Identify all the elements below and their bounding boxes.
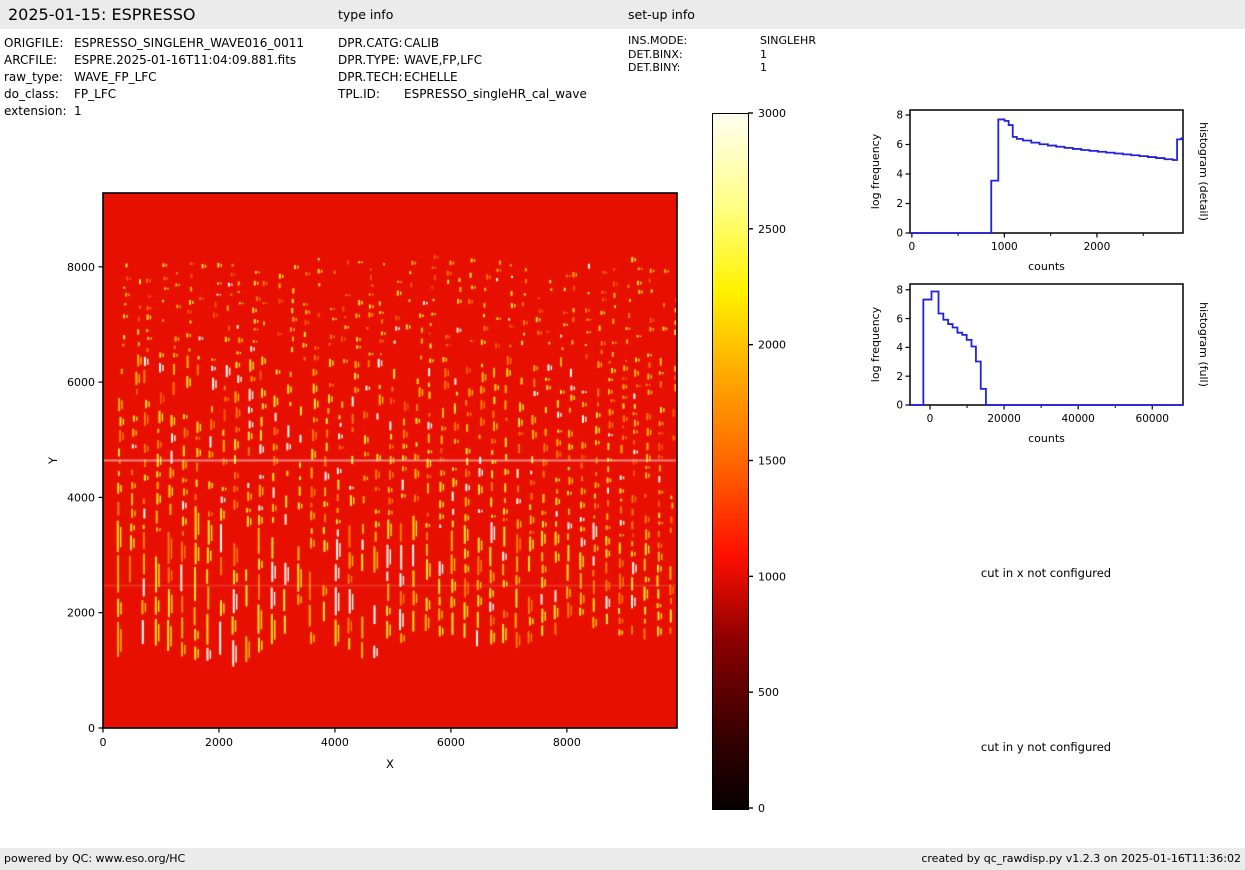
svg-text:2000: 2000 xyxy=(205,736,233,749)
info-row: DPR.TECH:ECHELLE xyxy=(338,70,628,87)
info-label: raw_type: xyxy=(4,70,63,84)
info-row: extension: 1 xyxy=(4,104,334,121)
qc-report-page: 2025-01-15: ESPRESSO type info set-up in… xyxy=(0,0,1245,870)
svg-text:6: 6 xyxy=(896,313,903,325)
svg-text:6: 6 xyxy=(896,139,903,151)
info-row: TPL.ID: ESPRESSO_singleHR_cal_wave xyxy=(338,87,628,104)
svg-text:1000: 1000 xyxy=(991,241,1018,253)
info-label: TPL.ID: xyxy=(338,87,380,101)
cut-in-y-message: cut in y not configured xyxy=(981,740,1111,754)
svg-text:Y: Y xyxy=(46,456,60,465)
info-row: ARCFILE: ESPRE.2025-01-16T11:04:09.881.fi… xyxy=(4,53,334,70)
svg-text:2500: 2500 xyxy=(758,223,786,236)
footer-credit-left: powered by QC: www.eso.org/HC xyxy=(4,848,185,870)
info-value: 1 xyxy=(74,104,82,118)
info-value: ESPRESSO_SINGLEHR_WAVE016_0011 xyxy=(74,36,304,50)
info-label: DPR.TYPE: xyxy=(338,53,400,67)
svg-text:0: 0 xyxy=(896,228,903,240)
svg-text:2000: 2000 xyxy=(758,339,786,352)
svg-text:4: 4 xyxy=(896,169,903,181)
svg-text:0: 0 xyxy=(100,736,107,749)
colorbar: 0 500 1000 1500 2000 2500 3000 xyxy=(700,100,840,830)
svg-text:4000: 4000 xyxy=(67,491,95,504)
svg-text:6000: 6000 xyxy=(437,736,465,749)
svg-text:0: 0 xyxy=(909,241,916,253)
svg-text:3000: 3000 xyxy=(758,107,786,120)
info-value: ESPRE.2025-01-16T11:04:09.881.fits xyxy=(74,53,296,67)
file-info-block: ORIGFILE: ESPRESSO_SINGLEHR_WAVE016_0011 A… xyxy=(4,36,334,120)
info-row: INS.MODE: SINGLEHR xyxy=(628,34,868,48)
info-label: INS.MODE: xyxy=(628,34,687,47)
svg-text:0: 0 xyxy=(88,722,95,735)
svg-text:500: 500 xyxy=(758,686,779,699)
svg-text:0: 0 xyxy=(927,413,934,425)
svg-text:0: 0 xyxy=(758,802,765,815)
info-row: DET.BINX: 1 xyxy=(628,48,868,62)
histogram-detail-plot: 01000200002468countslog frequencyhistogr… xyxy=(866,98,1238,274)
svg-text:0: 0 xyxy=(896,400,903,412)
info-row: DPR.CATG:CALIB xyxy=(338,36,628,53)
info-value: ECHELLE xyxy=(404,70,458,84)
svg-text:counts: counts xyxy=(1028,432,1065,445)
svg-text:8000: 8000 xyxy=(553,736,581,749)
info-row: ORIGFILE: ESPRESSO_SINGLEHR_WAVE016_0011 xyxy=(4,36,334,53)
svg-text:X: X xyxy=(386,757,394,771)
footer-credit-right: created by qc_rawdisp.py v1.2.3 on 2025-… xyxy=(921,848,1241,870)
info-label: DPR.TECH: xyxy=(338,70,403,84)
info-value: SINGLEHR xyxy=(760,34,816,47)
info-value: 1 xyxy=(760,61,767,74)
info-label: DET.BINY: xyxy=(628,61,680,74)
info-value: WAVE_FP_LFC xyxy=(74,70,157,84)
raw-frame-plot: 0 2000 4000 6000 8000 0 2000 4000 6000 8000 X Y xyxy=(40,160,700,785)
svg-text:2000: 2000 xyxy=(1084,241,1111,253)
svg-text:1500: 1500 xyxy=(758,455,786,468)
info-label: DET.BINX: xyxy=(628,48,683,61)
svg-text:log frequency: log frequency xyxy=(869,306,882,382)
cut-in-x-message: cut in x not configured xyxy=(981,566,1111,580)
footer-strip: powered by QC: www.eso.org/HC created by… xyxy=(0,848,1245,870)
info-label: do_class: xyxy=(4,87,59,101)
info-label: ORIGFILE: xyxy=(4,36,63,50)
page-title: 2025-01-15: ESPRESSO xyxy=(8,5,196,24)
svg-text:60000: 60000 xyxy=(1136,413,1169,425)
svg-text:6000: 6000 xyxy=(67,376,95,389)
svg-text:2000: 2000 xyxy=(67,607,95,620)
info-label: DPR.CATG: xyxy=(338,36,403,50)
svg-text:2: 2 xyxy=(896,198,903,210)
info-value: CALIB xyxy=(404,36,439,50)
type-info-block: DPR.CATG:CALIBDPR.TYPE:WAVE,FP,LFCDPR.TE… xyxy=(338,36,628,104)
svg-text:8000: 8000 xyxy=(67,261,95,274)
svg-text:histogram (detail): histogram (detail) xyxy=(1197,122,1210,221)
svg-text:8: 8 xyxy=(896,110,903,122)
header-strip: 2025-01-15: ESPRESSO type info set-up in… xyxy=(0,0,1245,29)
info-row: DET.BINY: 1 xyxy=(628,61,868,75)
setup-info-heading: set-up info xyxy=(628,7,695,22)
type-info-heading: type info xyxy=(338,7,393,22)
info-row: do_class: FP_LFC xyxy=(4,87,334,104)
svg-text:4: 4 xyxy=(896,342,903,354)
svg-text:log frequency: log frequency xyxy=(869,133,882,209)
svg-text:2: 2 xyxy=(896,371,903,383)
svg-text:8: 8 xyxy=(896,284,903,296)
info-row: raw_type: WAVE_FP_LFC xyxy=(4,70,334,87)
info-value: 1 xyxy=(760,48,767,61)
info-value: ESPRESSO_singleHR_cal_wave xyxy=(404,87,587,101)
svg-text:40000: 40000 xyxy=(1061,413,1094,425)
info-value: WAVE,FP,LFC xyxy=(404,53,482,67)
info-value: FP_LFC xyxy=(74,87,116,101)
info-label: extension: xyxy=(4,104,67,118)
svg-text:1000: 1000 xyxy=(758,570,786,583)
svg-text:histogram (full): histogram (full) xyxy=(1197,302,1210,387)
setup-info-block: INS.MODE: SINGLEHR DET.BINX: 1 DET.BINY: 1 xyxy=(628,34,868,75)
svg-text:4000: 4000 xyxy=(321,736,349,749)
histogram-full-plot: 0 20000 40000 60000 0 2 4 6 8 counts log frequency… xyxy=(866,272,1238,448)
info-label: ARCFILE: xyxy=(4,53,57,67)
svg-text:20000: 20000 xyxy=(987,413,1020,425)
info-row: DPR.TYPE: WAVE,FP,LFC xyxy=(338,53,628,70)
